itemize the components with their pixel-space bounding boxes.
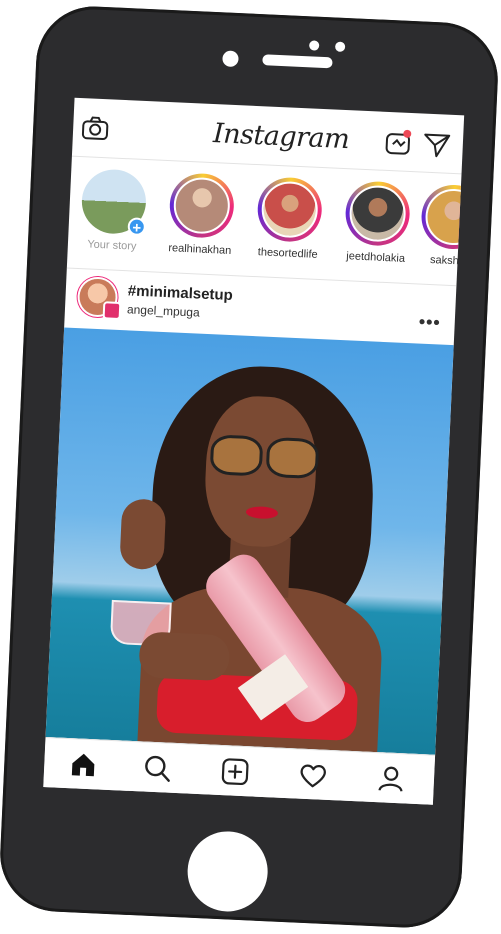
app-title: Instagram <box>212 118 350 156</box>
earpiece-speaker <box>262 54 333 69</box>
story-label: sakshisi <box>429 254 465 268</box>
story-ring <box>168 172 236 240</box>
add-post-icon[interactable] <box>219 756 250 787</box>
story-ring <box>344 180 412 247</box>
story-ring: + <box>80 168 148 237</box>
photo-hand <box>119 498 167 571</box>
avatar <box>424 187 465 247</box>
story-your-story[interactable]: + Your story <box>72 168 156 254</box>
phone-screen: Instagram + Your story realhinakhan thes… <box>43 97 465 805</box>
heart-icon[interactable] <box>297 760 328 791</box>
stories-tray: + Your story realhinakhan thesortedlife <box>66 157 465 287</box>
story-item[interactable]: thesortedlife <box>247 176 331 262</box>
search-icon[interactable] <box>142 752 173 783</box>
add-story-icon[interactable]: + <box>127 217 147 237</box>
paper-plane-icon[interactable] <box>422 132 451 159</box>
shop-badge-icon <box>102 301 122 321</box>
photo-hand <box>138 631 231 682</box>
post-title[interactable]: #minimalsetup <box>127 282 233 304</box>
profile-icon[interactable] <box>375 763 406 794</box>
igtv-icon[interactable] <box>384 128 413 157</box>
story-item[interactable]: sakshisi <box>419 183 465 269</box>
sensor-dot <box>308 40 320 51</box>
camera-icon[interactable] <box>81 116 110 141</box>
story-item[interactable]: jeetdholakia <box>335 180 419 266</box>
story-ring <box>256 176 324 244</box>
home-button[interactable] <box>185 829 270 914</box>
post-photo[interactable] <box>45 327 454 755</box>
more-options-icon[interactable]: ••• <box>418 312 441 334</box>
story-item[interactable]: realhinakhan <box>160 172 244 258</box>
story-label: thesortedlife <box>257 246 318 261</box>
photo-sunglasses-left <box>209 434 264 477</box>
home-icon[interactable] <box>68 749 99 780</box>
sensor-dot <box>334 41 346 52</box>
avatar <box>260 180 319 239</box>
story-label: jeetdholakia <box>346 250 406 265</box>
front-camera <box>222 50 239 68</box>
photo-sunglasses-right <box>265 436 320 480</box>
phone-frame: Instagram + Your story realhinakhan thes… <box>0 3 501 931</box>
avatar <box>172 176 232 235</box>
story-label: realhinakhan <box>168 242 232 257</box>
post-username[interactable]: angel_mpuga <box>127 302 200 319</box>
story-ring <box>420 183 465 251</box>
story-label: Your story <box>87 238 137 253</box>
avatar <box>348 184 407 243</box>
